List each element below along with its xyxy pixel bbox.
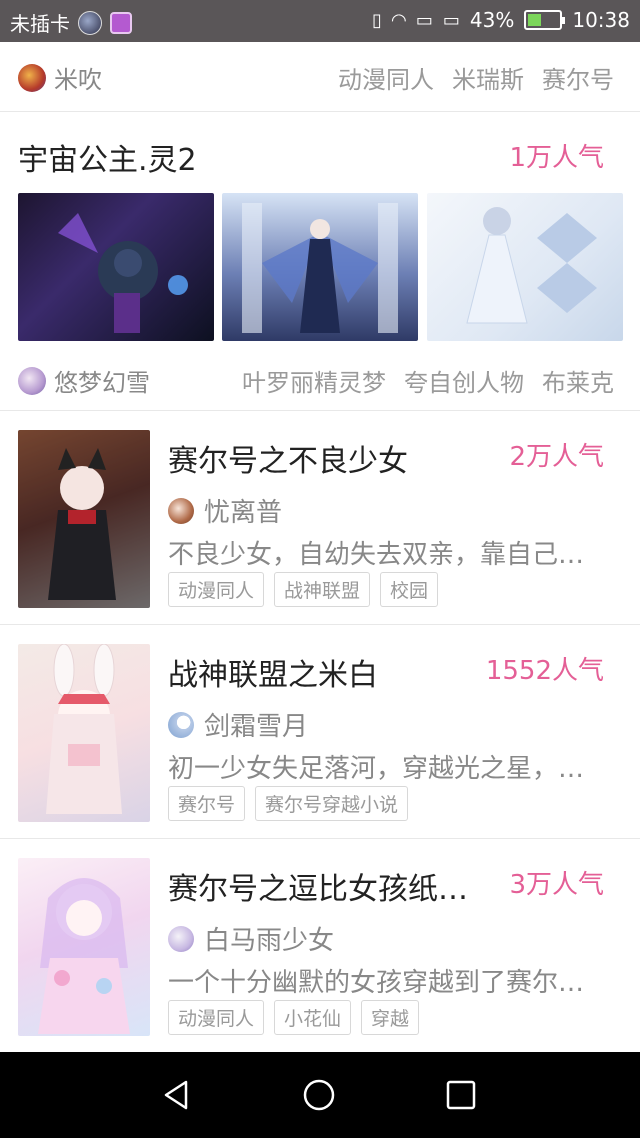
tag-chip[interactable]: 穿越 [361,1000,420,1035]
tag-chip[interactable]: 赛尔号穿越小说 [255,786,409,821]
featured-image-2[interactable] [222,193,418,341]
status-left: 未插卡 [10,8,132,37]
sim2-icon: ▭ [442,9,460,31]
book-author[interactable]: 剑霜雪月 [168,706,308,743]
book-description: 一个十分幽默的女孩穿越到了赛尔… [168,968,585,998]
book-description: 不良少女，自幼失去双亲，靠自己… [168,540,585,570]
featured-tags: 叶罗丽精灵梦 夸自创人物 布莱克 [242,363,614,398]
tag-chip[interactable]: 小花仙 [274,1000,352,1035]
book-title[interactable]: 战神联盟之米白 [168,650,378,694]
tag-label[interactable]: 赛尔号 [542,60,614,95]
book-cover[interactable] [18,430,150,608]
book-popularity: 2万人气 [509,442,604,472]
battery-icon [524,10,566,30]
book-popularity: 1552人气 [485,656,604,686]
sim-icon: ▭ [415,9,433,31]
featured-author-info[interactable]: 悠梦幻雪 [18,363,150,398]
tag-chip[interactable]: 动漫同人 [168,572,265,607]
top-author-row[interactable]: 米吹 动漫同人 米瑞斯 赛尔号 [0,42,640,112]
system-navigation-bar [0,1052,640,1138]
tag-label[interactable]: 夸自创人物 [404,363,524,398]
tag-label[interactable]: 叶罗丽精灵梦 [242,363,386,398]
home-icon[interactable] [302,1078,336,1112]
featured-image-1[interactable] [18,193,214,341]
wifi-icon: ◜◝ [391,9,406,31]
gallery-notification-icon [110,11,132,34]
featured-title[interactable]: 宇宙公主.灵2 [18,135,197,179]
clock: 10:38 [572,8,630,32]
app-notification-icon [78,10,102,35]
cover-illustration [46,644,122,814]
avatar [168,925,194,952]
book-author[interactable]: 白马雨少女 [168,920,334,957]
tag-chip[interactable]: 战神联盟 [274,572,371,607]
avatar [18,366,46,395]
top-tags: 动漫同人 米瑞斯 赛尔号 [338,60,614,95]
featured-card[interactable]: 宇宙公主.灵2 1万人气 悠梦幻雪 叶罗丽精灵梦 夸自创人物 布莱克 [0,113,640,411]
book-popularity: 3万人气 [509,870,604,900]
book-description: 初一少女失足落河，穿越光之星，… [168,754,585,784]
tag-chip[interactable]: 动漫同人 [168,1000,265,1035]
book-title[interactable]: 赛尔号之不良少女 [168,436,408,480]
recent-apps-icon[interactable] [444,1078,478,1112]
featured-image-3[interactable] [427,193,623,341]
book-item[interactable]: 战神联盟之米白 1552人气 剑霜雪月 初一少女失足落河，穿越光之星，… 赛尔号… [0,626,640,839]
carrier-text: 未插卡 [10,12,70,36]
tag-chip[interactable]: 赛尔号 [168,786,246,821]
book-tags: 动漫同人 小花仙 穿越 [168,1000,420,1035]
author-name: 剑霜雪月 [204,712,309,742]
author-name: 白马雨少女 [204,926,335,956]
book-cover[interactable] [18,858,150,1036]
dress-illustration [466,207,597,324]
author-name: 忧离普 [204,498,283,528]
tag-label[interactable]: 布莱克 [542,363,614,398]
fairy-illustration [242,203,398,333]
moon-icon [168,711,194,738]
book-tags: 动漫同人 战神联盟 校园 [168,572,439,607]
battery-fill [528,14,542,26]
book-cover[interactable] [18,644,150,822]
tag-chip[interactable]: 校园 [380,572,439,607]
cover-illustration [18,430,150,608]
vibrate-icon: ▯ [372,9,382,31]
tag-label[interactable]: 米瑞斯 [452,60,524,95]
featured-popularity: 1万人气 [509,143,604,173]
book-item[interactable]: 赛尔号之不良少女 2万人气 忧离普 不良少女，自幼失去双亲，靠自己… 动漫同人 … [0,412,640,625]
status-right: ▯ ◜◝ ▭ ▭ 43% 10:38 [372,8,630,32]
author-name: 悠梦幻雪 [54,369,150,397]
back-icon[interactable] [160,1078,194,1112]
avatar [18,63,46,92]
avatar [168,497,194,524]
dark-character-illustration [58,213,188,333]
book-tags: 赛尔号 赛尔号穿越小说 [168,786,409,821]
tag-label[interactable]: 动漫同人 [338,60,434,95]
book-title[interactable]: 赛尔号之逗比女孩纸… [168,864,468,908]
book-item[interactable]: 赛尔号之逗比女孩纸… 3万人气 白马雨少女 一个十分幽默的女孩穿越到了赛尔… 动… [0,840,640,1052]
cover-illustration [38,878,130,1034]
author-name: 米吹 [54,66,102,94]
status-bar: 未插卡 ▯ ◜◝ ▭ ▭ 43% 10:38 [0,0,640,42]
battery-percent: 43% [469,8,515,32]
author-info[interactable]: 米吹 [18,60,102,95]
book-author[interactable]: 忧离普 [168,492,282,529]
